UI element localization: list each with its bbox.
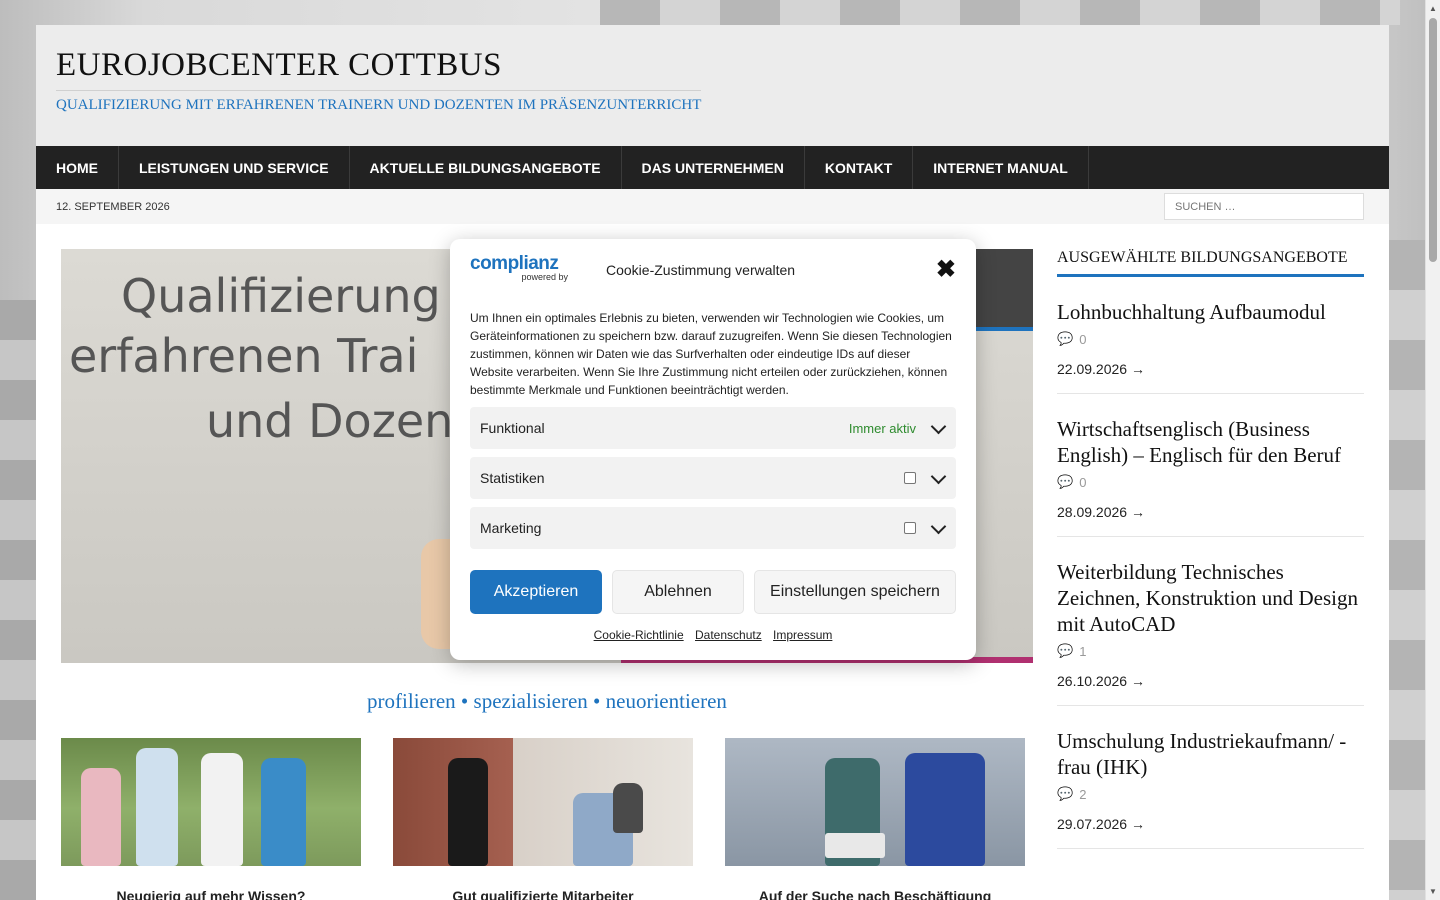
site-description: QUALIFIZIERUNG MIT ERFAHRENEN TRAINERN U…: [56, 90, 702, 114]
comment-count[interactable]: 💬 1: [1057, 643, 1364, 659]
card-caption[interactable]: Neugierig auf mehr Wissen?: [61, 888, 361, 900]
privacy-link[interactable]: Datenschutz: [695, 628, 762, 642]
save-preferences-button[interactable]: Einstellungen speichern: [754, 570, 956, 614]
deny-button[interactable]: Ablehnen: [612, 570, 744, 614]
comment-icon: 💬: [1057, 331, 1074, 346]
comment-count[interactable]: 💬 2: [1057, 786, 1364, 802]
cookie-buttons: Akzeptieren Ablehnen Einstellungen speic…: [470, 570, 956, 614]
chevron-down-icon[interactable]: [930, 520, 946, 536]
cookie-dialog-title: Cookie-Zustimmung verwalten: [606, 262, 796, 278]
feature-card[interactable]: Auf der Suche nach Beschäftigung: [725, 738, 1025, 900]
post-date-link[interactable]: 28.09.2026 →: [1057, 504, 1364, 520]
sidebar-post: Weiterbildung Technisches Zeichnen, Kons…: [1057, 537, 1364, 706]
post-title[interactable]: Weiterbildung Technisches Zeichnen, Kons…: [1057, 559, 1364, 637]
background-building-left: [0, 300, 40, 900]
comment-count[interactable]: 💬 0: [1057, 474, 1364, 490]
nav-item-unternehmen[interactable]: DAS UNTERNEHMEN: [622, 146, 805, 189]
background-building-top: [600, 0, 1400, 25]
cookie-dialog-text: Um Ihnen ein optimales Erlebnis zu biete…: [470, 311, 952, 397]
sidebar-title: AUSGEWÄHLTE BILDUNGSANGEBOTE: [1057, 249, 1364, 277]
hero-text-line-3: und Dozen: [206, 394, 454, 448]
date-search-bar: 12. SEPTEMBER 2026: [36, 189, 1389, 224]
always-active-label: Immer aktiv: [848, 420, 916, 436]
nav-item-bildungsangebote[interactable]: AKTUELLE BILDUNGSANGEBOTE: [350, 146, 622, 189]
cookie-category-marketing[interactable]: Marketing: [470, 507, 956, 549]
post-date-link[interactable]: 22.09.2026 →: [1057, 361, 1364, 377]
feature-cards: Neugierig auf mehr Wissen? Gut qualifizi…: [61, 738, 1033, 900]
card-image-laptop[interactable]: [725, 738, 1025, 866]
post-title[interactable]: Umschulung Industriekaufmann/ -frau (IHK…: [1057, 728, 1364, 780]
scrollbar[interactable]: ▲ ▼: [1425, 0, 1440, 900]
comment-count[interactable]: 💬 0: [1057, 331, 1364, 347]
marketing-checkbox[interactable]: [904, 522, 916, 534]
post-title[interactable]: Wirtschaftsenglisch (Business English) –…: [1057, 416, 1364, 468]
category-label: Funktional: [480, 420, 545, 436]
cookie-consent-dialog: complianz powered by Cookie-Zustimmung v…: [450, 239, 976, 660]
card-caption[interactable]: Auf der Suche nach Beschäftigung: [725, 888, 1025, 900]
scrollbar-thumb[interactable]: [1429, 18, 1437, 262]
cookie-policy-link[interactable]: Cookie-Richtlinie: [594, 628, 684, 642]
category-label: Marketing: [480, 520, 542, 536]
statistiken-checkbox[interactable]: [904, 472, 916, 484]
cookie-category-statistiken[interactable]: Statistiken: [470, 457, 956, 499]
category-label: Statistiken: [480, 470, 545, 486]
hero-text-line-1: Qualifizierung: [121, 269, 441, 323]
nav-item-internet-manual[interactable]: INTERNET MANUAL: [913, 146, 1089, 189]
chevron-down-icon[interactable]: [930, 420, 946, 436]
nav-item-home[interactable]: HOME: [36, 146, 119, 189]
scroll-up-icon[interactable]: ▲: [1429, 4, 1437, 13]
sidebar-post: Umschulung Industriekaufmann/ -frau (IHK…: [1057, 706, 1364, 849]
cookie-links: Cookie-Richtlinie Datenschutz Impressum: [470, 628, 956, 642]
nav-item-leistungen[interactable]: LEISTUNGEN UND SERVICE: [119, 146, 350, 189]
card-image-meeting[interactable]: [393, 738, 693, 866]
comment-icon: 💬: [1057, 643, 1074, 658]
feature-card[interactable]: Neugierig auf mehr Wissen?: [61, 738, 361, 900]
tagline: profilieren • spezialisieren • neuorient…: [367, 689, 727, 713]
chevron-down-icon[interactable]: [930, 470, 946, 486]
cookie-category-funktional[interactable]: Funktional Immer aktiv: [470, 407, 956, 449]
card-image-team[interactable]: [61, 738, 361, 866]
cookie-dialog-header: complianz powered by Cookie-Zustimmung v…: [470, 252, 956, 285]
post-title[interactable]: Lohnbuchhaltung Aufbaumodul: [1057, 299, 1364, 325]
site-title[interactable]: EUROJOBCENTER COTTBUS: [56, 47, 1369, 84]
feature-card[interactable]: Gut qualifizierte Mitarbeiter: [393, 738, 693, 900]
main-navigation: HOME LEISTUNGEN UND SERVICE AKTUELLE BIL…: [36, 146, 1389, 189]
current-date: 12. SEPTEMBER 2026: [56, 200, 170, 213]
sidebar: AUSGEWÄHLTE BILDUNGSANGEBOTE Lohnbuchhal…: [1057, 249, 1364, 849]
nav-item-kontakt[interactable]: KONTAKT: [805, 146, 914, 189]
comment-icon: 💬: [1057, 786, 1074, 801]
card-caption[interactable]: Gut qualifizierte Mitarbeiter: [393, 888, 693, 900]
site-header: EUROJOBCENTER COTTBUS QUALIFIZIERUNG MIT…: [36, 25, 1389, 146]
search-input[interactable]: [1164, 193, 1364, 220]
post-date-link[interactable]: 29.07.2026 →: [1057, 816, 1364, 832]
comment-icon: 💬: [1057, 474, 1074, 489]
accept-button[interactable]: Akzeptieren: [470, 570, 602, 614]
sidebar-post: Lohnbuchhaltung Aufbaumodul 💬 0 22.09.202…: [1057, 277, 1364, 394]
sidebar-post: Wirtschaftsenglisch (Business English) –…: [1057, 394, 1364, 537]
scroll-down-icon[interactable]: ▼: [1429, 887, 1437, 896]
post-date-link[interactable]: 26.10.2026 →: [1057, 673, 1364, 689]
close-icon[interactable]: ✖: [936, 258, 956, 282]
complianz-logo: complianz powered by: [470, 252, 568, 282]
background-building-right: [1388, 240, 1428, 900]
hero-text-line-2: erfahrenen Trai: [69, 329, 419, 383]
imprint-link[interactable]: Impressum: [773, 628, 832, 642]
